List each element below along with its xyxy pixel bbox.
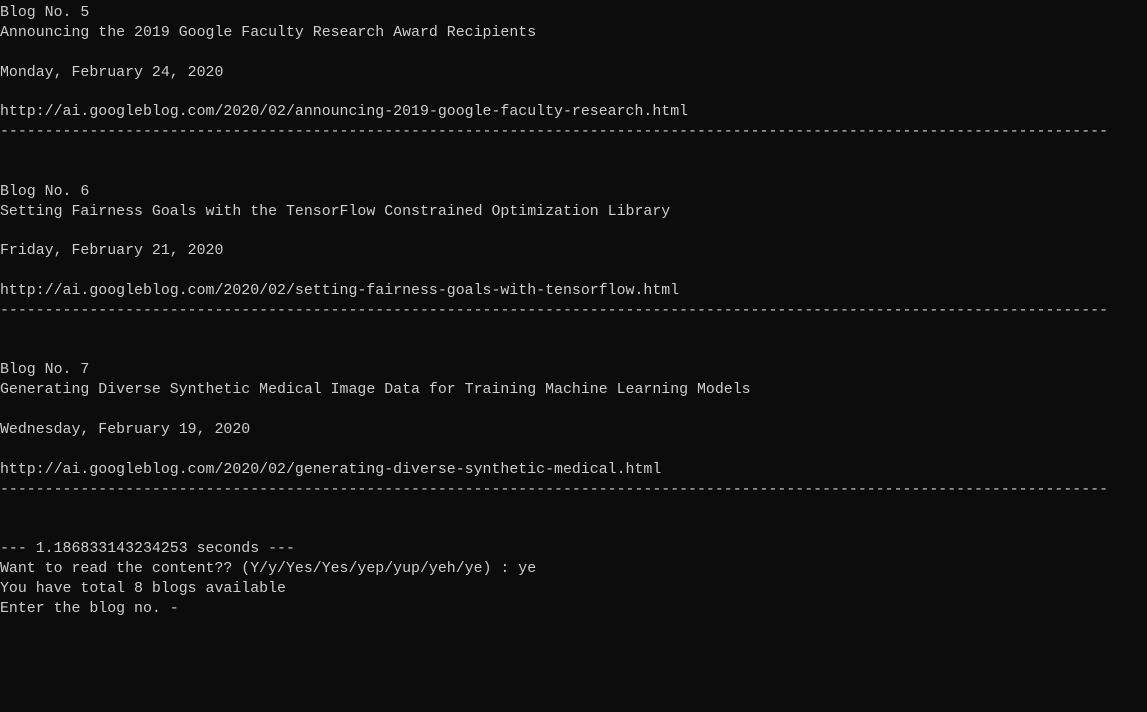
- blog-entry: Blog No. 5 Announcing the 2019 Google Fa…: [0, 4, 1147, 183]
- blog-entry: Blog No. 7 Generating Diverse Synthetic …: [0, 361, 1147, 540]
- blog-url: http://ai.googleblog.com/2020/02/generat…: [0, 461, 662, 478]
- separator: ----------------------------------------…: [0, 302, 1109, 319]
- blog-date: Wednesday, February 19, 2020: [0, 422, 251, 439]
- blog-date: Friday, February 21, 2020: [0, 243, 224, 260]
- total-blogs-line: You have total 8 blogs available: [0, 580, 286, 597]
- blog-date: Monday, February 24, 2020: [0, 64, 224, 81]
- timing-line: --- 1.186833143234253 seconds ---: [0, 541, 295, 558]
- read-prompt: Want to read the content?? (Y/y/Yes/Yes/…: [0, 561, 537, 578]
- blog-title: Setting Fairness Goals with the TensorFl…: [0, 203, 671, 220]
- blog-url: http://ai.googleblog.com/2020/02/setting…: [0, 283, 680, 300]
- blog-title: Announcing the 2019 Google Faculty Resea…: [0, 24, 537, 41]
- blog-entry: Blog No. 6 Setting Fairness Goals with t…: [0, 183, 1147, 362]
- blog-heading: Blog No. 5: [0, 5, 90, 21]
- terminal-output[interactable]: Blog No. 5 Announcing the 2019 Google Fa…: [0, 0, 1147, 620]
- blog-heading: Blog No. 7: [0, 362, 90, 379]
- separator: ----------------------------------------…: [0, 124, 1109, 141]
- separator: ----------------------------------------…: [0, 481, 1109, 498]
- blog-title: Generating Diverse Synthetic Medical Ima…: [0, 382, 751, 399]
- blog-heading: Blog No. 6: [0, 183, 90, 200]
- blog-url: http://ai.googleblog.com/2020/02/announc…: [0, 104, 689, 121]
- blog-number-prompt[interactable]: Enter the blog no. -: [0, 600, 1147, 620]
